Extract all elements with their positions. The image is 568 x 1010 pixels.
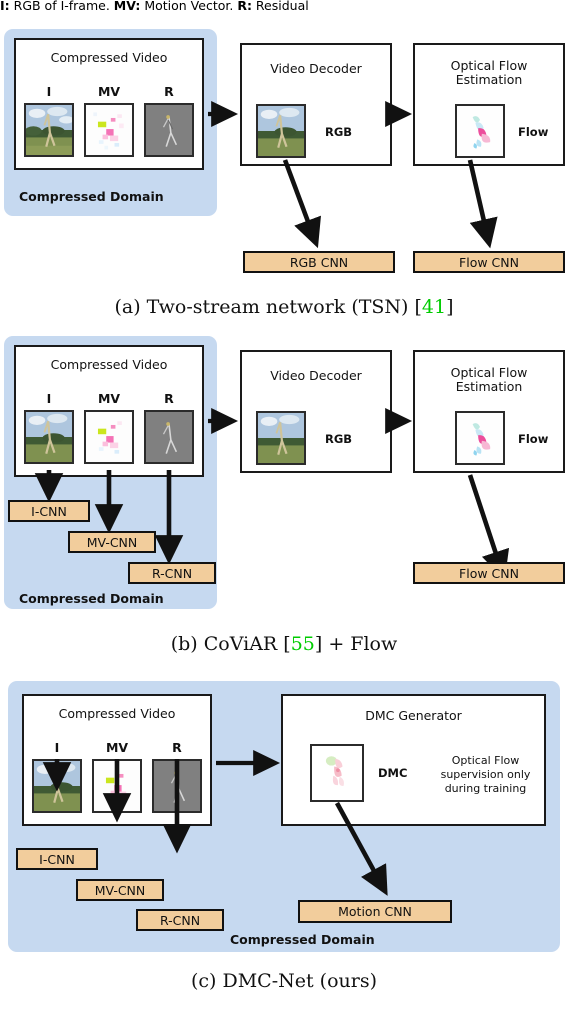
panel-b-caption-prefix: (b) CoViAR [ <box>170 633 291 655</box>
panel-c-cnn-r[interactable]: R-CNN <box>136 909 224 931</box>
panel-b-cnn-i[interactable]: I-CNN <box>8 500 90 522</box>
panel-a-caption-prefix: (a) Two-stream network (TSN) [ <box>114 296 422 318</box>
panel-b-caption: (b) CoViAR [55] + Flow <box>0 633 568 655</box>
panel-c-caption: (c) DMC-Net (ours) <box>0 970 568 992</box>
panel-b-domain-label: Compressed Domain <box>19 591 164 606</box>
panel-c-arrows <box>42 749 388 896</box>
panel-b-caption-suffix: ] + Flow <box>314 633 398 655</box>
panel-b-cnn-mv[interactable]: MV-CNN <box>68 531 156 553</box>
panel-a-cnn-flow[interactable]: Flow CNN <box>413 251 565 273</box>
panel-c-domain-label: Compressed Domain <box>230 932 375 947</box>
panel-c-cnn-i[interactable]: I-CNN <box>16 848 98 870</box>
panel-a-cnn-rgb[interactable]: RGB CNN <box>243 251 395 273</box>
panel-c-cnn-motion[interactable]: Motion CNN <box>298 900 452 923</box>
panel-b-citation[interactable]: 55 <box>291 633 315 655</box>
panel-a-caption-suffix: ] <box>446 296 454 318</box>
panel-a-citation[interactable]: 41 <box>422 296 446 318</box>
panel-a-caption: (a) Two-stream network (TSN) [41] <box>0 296 568 318</box>
panel-c-caption-prefix: (c) DMC-Net (ours) <box>190 970 378 992</box>
panel-b-cnn-flow[interactable]: Flow CNN <box>413 562 565 584</box>
panel-c-cnn-mv[interactable]: MV-CNN <box>76 879 164 901</box>
panel-b-cnn-r[interactable]: R-CNN <box>128 562 216 584</box>
